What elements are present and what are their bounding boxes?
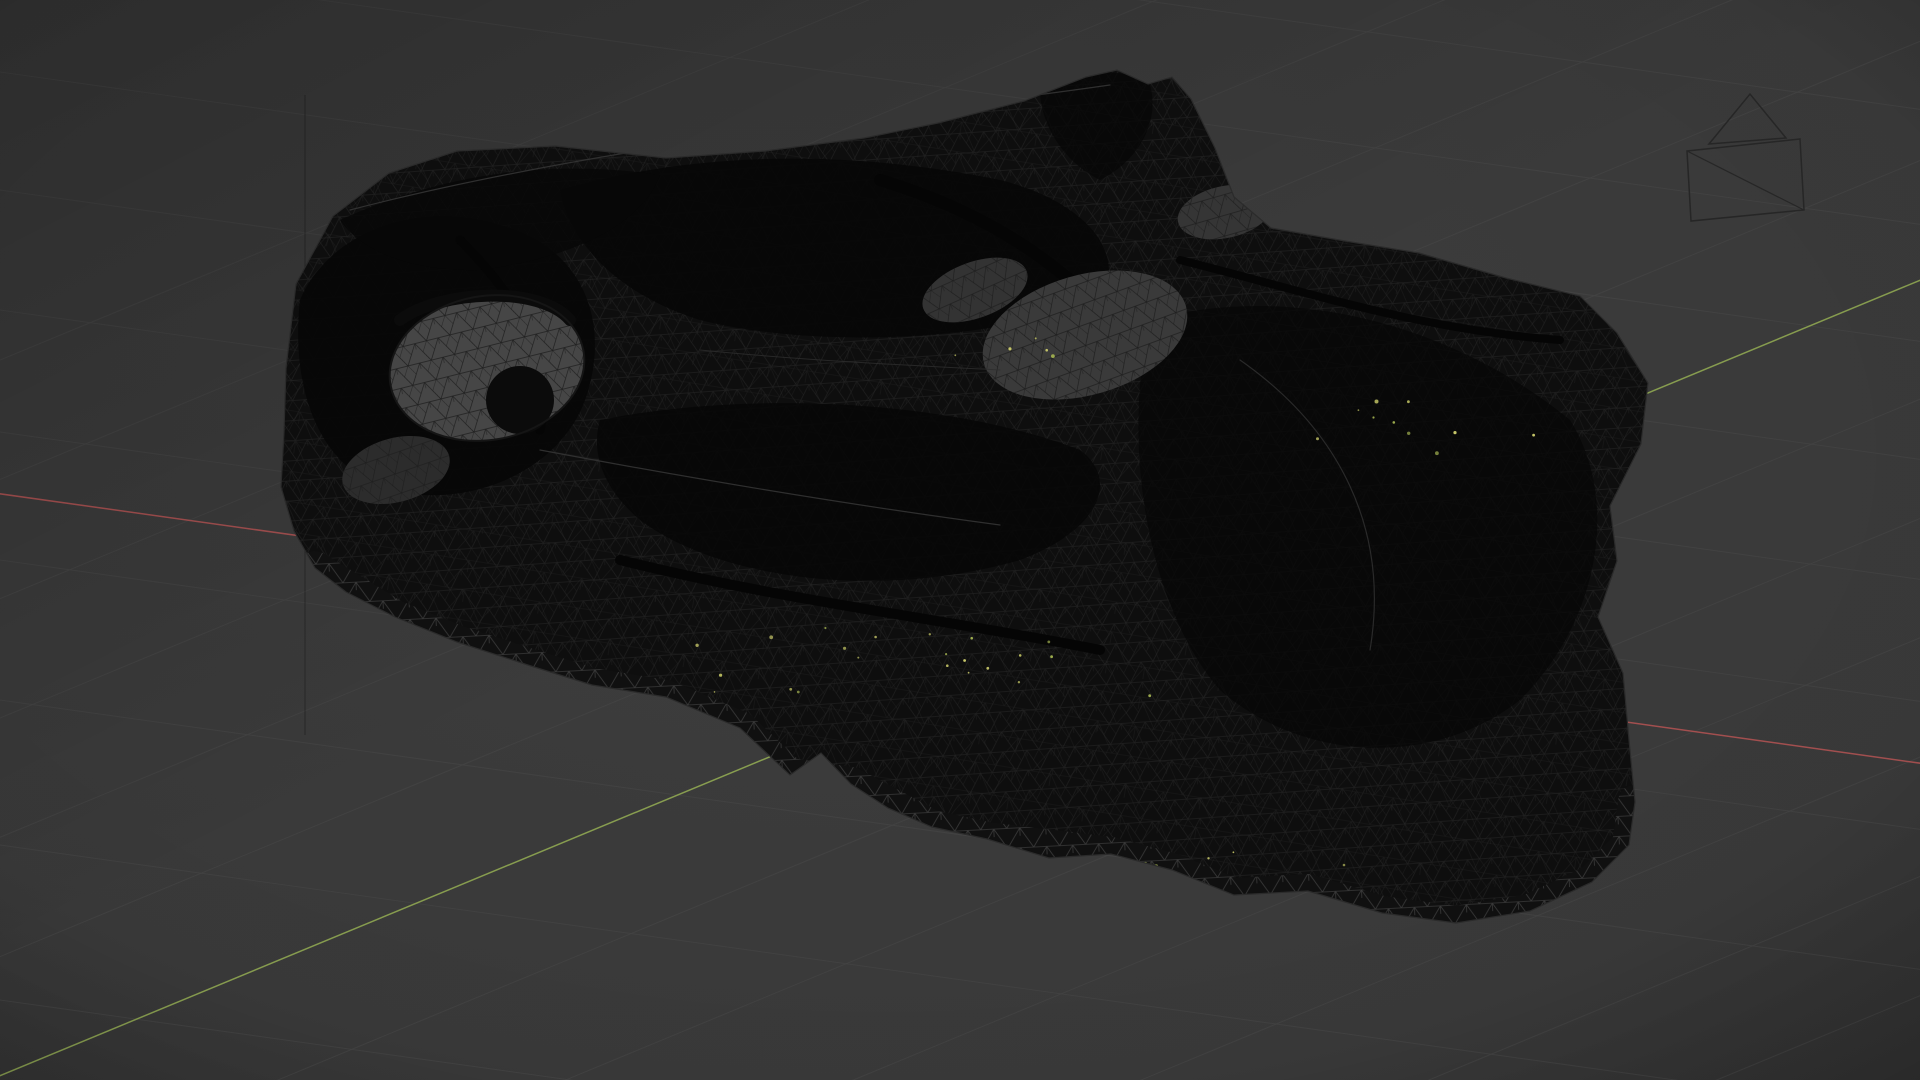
viewport-canvas[interactable] [0, 0, 1920, 1080]
3d-viewport[interactable] [0, 0, 1920, 1080]
